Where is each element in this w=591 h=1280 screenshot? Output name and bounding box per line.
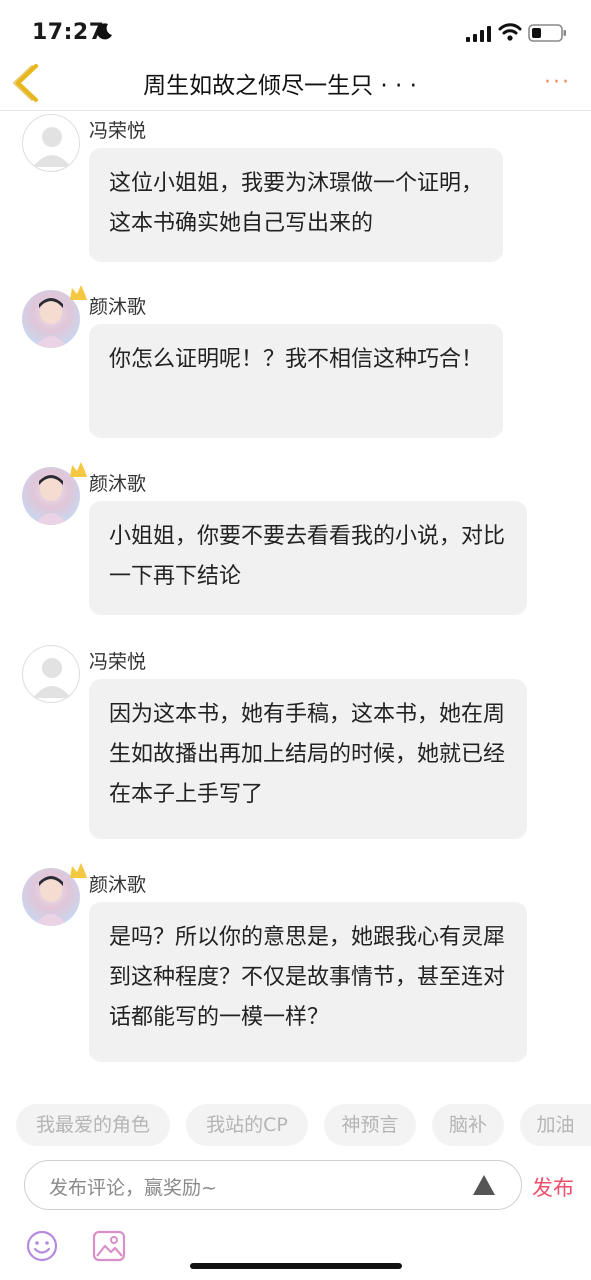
battery-icon bbox=[528, 24, 566, 42]
publish-button[interactable]: 发布 bbox=[532, 1172, 574, 1202]
moon-icon bbox=[96, 23, 112, 40]
home-indicator[interactable] bbox=[190, 1263, 402, 1269]
tag-my-cp[interactable]: 我站的CP bbox=[186, 1104, 308, 1146]
signal-icon bbox=[466, 26, 491, 42]
more-icon[interactable]: ··· bbox=[544, 70, 571, 95]
comment-input[interactable]: 发布评论，赢奖励~ bbox=[24, 1160, 522, 1210]
message-bubble: 这位小姐姐，我要为沐璟做一个证明，这本书确实她自己写出来的 bbox=[89, 148, 503, 262]
tag-prophecy[interactable]: 神预言 bbox=[324, 1104, 416, 1146]
username: 颜沐歌 bbox=[89, 874, 147, 896]
username: 冯荣悦 bbox=[89, 120, 147, 142]
status-time: 17:27 bbox=[32, 20, 105, 45]
crown-icon bbox=[70, 863, 87, 878]
message-bubble: 因为这本书，她有手稿，这本书，她在周生如故播出再加上结局的时候，她就已经在本子上… bbox=[89, 679, 527, 839]
avatar[interactable] bbox=[22, 114, 80, 172]
emoji-icon[interactable] bbox=[26, 1230, 58, 1262]
crown-icon bbox=[70, 285, 87, 300]
username: 颜沐歌 bbox=[89, 473, 147, 495]
send-triangle-icon[interactable] bbox=[471, 1173, 497, 1197]
username: 颜沐歌 bbox=[89, 296, 147, 318]
username: 冯荣悦 bbox=[89, 651, 147, 673]
tag-favorite-character[interactable]: 我最爱的角色 bbox=[16, 1104, 170, 1146]
message-bubble: 是吗？所以你的意思是，她跟我心有灵犀到这种程度？不仅是故事情节，甚至连对话都能写… bbox=[89, 902, 527, 1062]
comment-placeholder: 发布评论，赢奖励~ bbox=[49, 1177, 217, 1199]
message-bubble: 你怎么证明呢！？我不相信这种巧合！ bbox=[89, 324, 503, 438]
message-bubble: 小姐姐，你要不要去看看我的小说，对比一下再下结论 bbox=[89, 501, 527, 615]
avatar[interactable] bbox=[22, 645, 80, 703]
back-arrow-icon[interactable] bbox=[10, 62, 46, 104]
tag-imagination[interactable]: 脑补 bbox=[432, 1104, 504, 1146]
page-title: 周生如故之倾尽一生只 · · · bbox=[143, 73, 417, 99]
quick-tag-row: 我最爱的角色 我站的CP 神预言 脑补 加油 bbox=[0, 1104, 591, 1148]
user-placeholder-icon bbox=[33, 658, 71, 698]
nav-bar: 周生如故之倾尽一生只 · · · ··· bbox=[0, 58, 591, 111]
image-icon[interactable] bbox=[92, 1230, 126, 1262]
user-placeholder-icon bbox=[33, 127, 71, 167]
status-bar: 17:27 bbox=[0, 0, 591, 58]
tag-cheer[interactable]: 加油 bbox=[520, 1104, 591, 1146]
wifi-icon bbox=[498, 23, 522, 41]
crown-icon bbox=[70, 462, 87, 477]
